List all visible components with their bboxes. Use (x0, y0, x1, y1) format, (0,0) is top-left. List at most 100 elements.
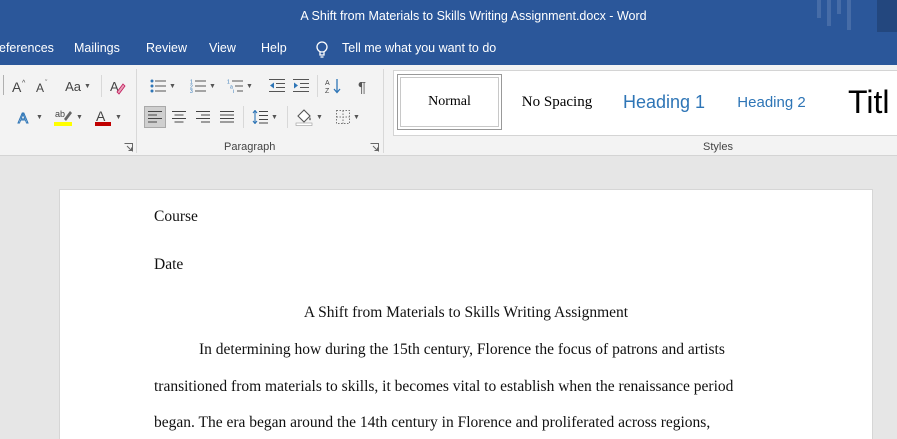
line-spacing-icon (252, 110, 269, 124)
font-color-icon: A (95, 108, 112, 126)
font-dialog-launcher-icon[interactable] (124, 143, 133, 152)
align-center-button[interactable] (168, 106, 190, 128)
change-case-button[interactable]: Aa ▼ (61, 75, 95, 97)
svg-text:¶: ¶ (358, 79, 366, 94)
chevron-down-icon: ▼ (169, 82, 176, 90)
title-bar: A Shift from Materials to Skills Writing… (0, 0, 897, 32)
highlight-color-button[interactable]: ab ▼ (51, 106, 85, 128)
doc-line-date: Date (154, 256, 184, 273)
svg-text:^: ^ (22, 80, 26, 87)
justify-button[interactable] (216, 106, 238, 128)
justify-icon (220, 111, 234, 123)
text-effects-button[interactable]: A ▼ (14, 106, 46, 128)
increase-indent-button[interactable] (290, 75, 312, 97)
chevron-down-icon: ▼ (36, 113, 43, 121)
styles-gallery: Normal No Spacing Heading 1 Heading 2 Ti… (393, 70, 897, 136)
decrease-indent-button[interactable] (266, 75, 288, 97)
shrink-font-icon: Aˇ (36, 80, 48, 94)
svg-text:ab: ab (55, 109, 65, 119)
document-page[interactable]: Course Date A Shift from Materials to Sk… (59, 189, 873, 439)
svg-text:A: A (18, 110, 28, 125)
shading-button[interactable]: ▼ (292, 106, 326, 128)
tab-review[interactable]: Review (146, 32, 187, 65)
align-right-icon (196, 111, 210, 123)
divider (287, 106, 288, 128)
show-hide-marks-button[interactable]: ¶ (353, 75, 375, 97)
clear-formatting-button[interactable]: A (107, 75, 127, 97)
align-left-button[interactable] (144, 106, 166, 128)
divider (243, 106, 244, 128)
svg-text:3: 3 (190, 89, 193, 93)
svg-text:i: i (233, 89, 234, 93)
styles-group-label: Styles (703, 141, 733, 153)
paint-bucket-icon (295, 109, 313, 126)
sort-button[interactable]: AZ (322, 75, 344, 97)
tab-help[interactable]: Help (261, 32, 287, 65)
chevron-down-icon: ▼ (271, 113, 278, 121)
divider (101, 75, 102, 97)
bullets-icon (150, 79, 167, 93)
divider (317, 75, 318, 97)
highlighter-icon: ab (54, 109, 73, 126)
style-heading-2[interactable]: Heading 2 (724, 74, 819, 130)
tab-references[interactable]: eferences (0, 32, 54, 65)
chevron-down-icon: ▼ (316, 113, 323, 121)
ribbon: A ^ Aˇ Aa ▼ A A ▼ ab ▼ A ▼ ▼ 1 2 3 ▼ 1 a i ▼ AZ ¶ (0, 65, 897, 156)
numbering-button[interactable]: 1 2 3 ▼ (186, 75, 220, 97)
align-right-button[interactable] (192, 106, 214, 128)
group-separator (136, 69, 137, 153)
doc-paragraph-line: began. The era began around the 14th cen… (154, 414, 711, 431)
svg-text:A: A (96, 108, 106, 124)
svg-text:ˇ: ˇ (45, 80, 48, 87)
numbering-icon: 123 (190, 80, 207, 93)
ribbon-tabs: eferences Mailings Review View Help Tell… (0, 32, 897, 65)
borders-icon (336, 110, 351, 124)
tell-me-search[interactable]: Tell me what you want to do (342, 32, 496, 65)
multilevel-list-icon: 1ai (227, 80, 244, 93)
doc-paragraph-line: transitioned from materials to skills, i… (154, 378, 734, 395)
multilevel-list-button[interactable]: 1 a i ▼ (223, 75, 257, 97)
bullets-button[interactable]: ▼ (146, 75, 180, 97)
line-spacing-button[interactable]: ▼ (248, 106, 282, 128)
doc-heading: A Shift from Materials to Skills Writing… (303, 304, 629, 321)
group-separator (383, 69, 384, 153)
font-color-button[interactable]: A ▼ (91, 106, 125, 128)
paragraph-group-label: Paragraph (224, 141, 276, 153)
chevron-down-icon: ▼ (246, 82, 253, 90)
increase-indent-icon (293, 79, 309, 92)
style-no-spacing[interactable]: No Spacing (507, 74, 607, 130)
document-area: Course Date A Shift from Materials to Sk… (0, 156, 897, 439)
svg-text:A: A (325, 80, 330, 87)
svg-text:Z: Z (325, 88, 330, 94)
highlight-swatch (54, 122, 73, 126)
tab-view[interactable]: View (209, 32, 236, 65)
style-normal[interactable]: Normal (397, 74, 502, 130)
svg-text:A: A (36, 81, 44, 94)
paragraph-dialog-launcher-icon[interactable] (370, 143, 379, 152)
chevron-down-icon: ▼ (209, 82, 216, 90)
svg-text:A: A (12, 79, 22, 94)
shrink-font-button[interactable]: Aˇ (34, 75, 52, 97)
tab-mailings[interactable]: Mailings (74, 32, 120, 65)
grow-font-button[interactable]: A ^ (11, 75, 29, 97)
decrease-indent-icon (269, 79, 285, 92)
borders-button[interactable]: ▼ (331, 106, 365, 128)
doc-paragraph-line: In determining how during the 15th centu… (199, 341, 725, 358)
change-case-label: Aa (65, 78, 81, 94)
style-title[interactable]: Titl (848, 74, 897, 130)
style-heading-1[interactable]: Heading 1 (614, 74, 714, 130)
window-title: A Shift from Materials to Skills Writing… (300, 9, 647, 23)
clear-formatting-icon: A (110, 79, 126, 95)
font-size-box-edge[interactable] (0, 75, 4, 95)
text-effects-icon: A (18, 110, 29, 126)
font-color-swatch (95, 122, 112, 126)
grow-font-icon: A ^ (12, 79, 26, 94)
chevron-down-icon: ▼ (115, 113, 122, 121)
title-bar-pattern (807, 0, 897, 32)
sort-icon: AZ (325, 79, 341, 94)
chevron-down-icon: ▼ (83, 82, 91, 90)
lightbulb-icon[interactable] (314, 40, 330, 58)
pilcrow-icon: ¶ (358, 79, 366, 94)
align-left-icon (148, 111, 162, 123)
align-center-icon (172, 111, 186, 123)
